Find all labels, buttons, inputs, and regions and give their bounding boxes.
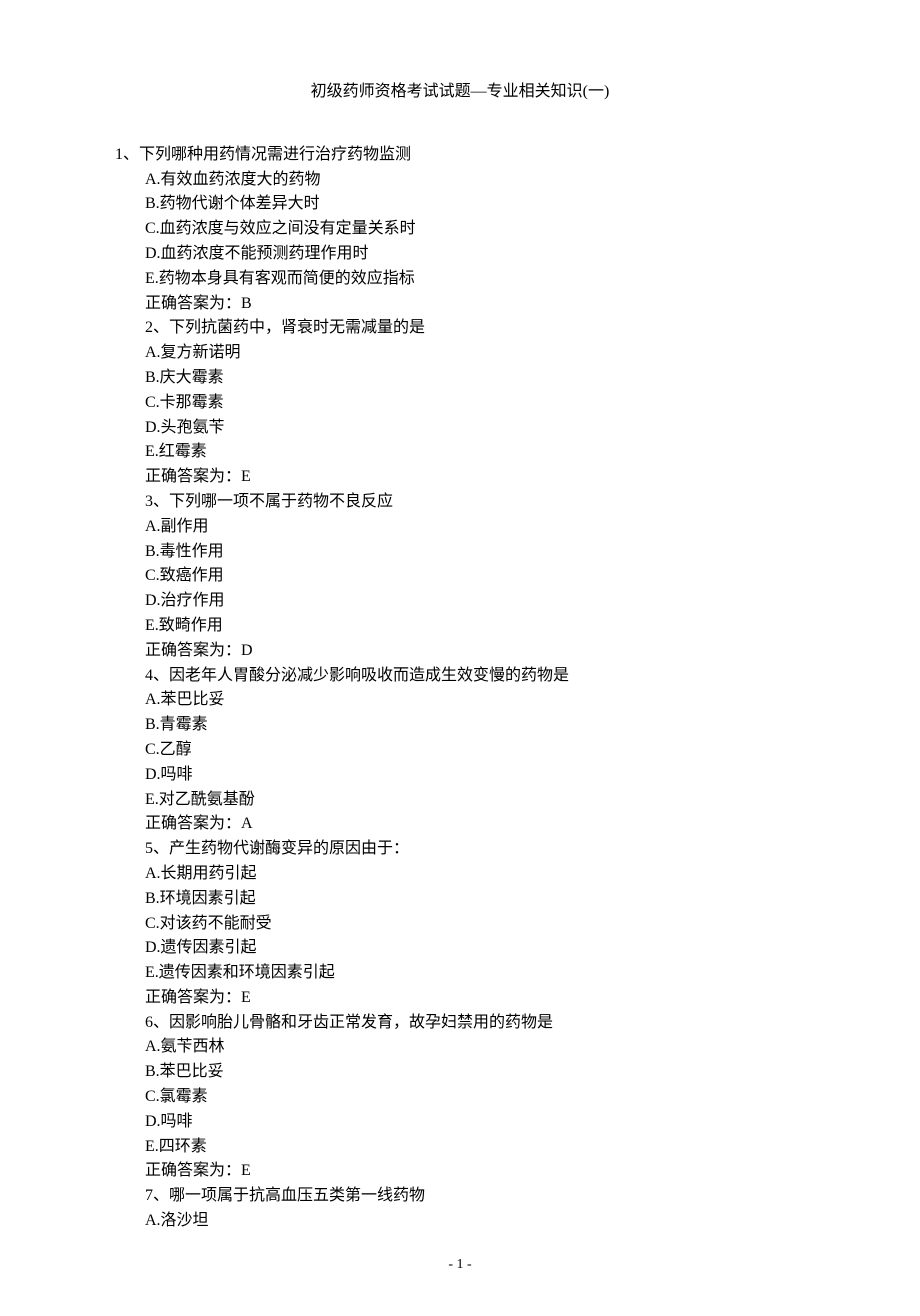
question-text: 5、产生药物代谢酶变异的原因由于： (145, 837, 805, 862)
answer-option: C.卡那霉素 (145, 391, 805, 416)
answer-option: E.对乙酰氨基酚 (145, 788, 805, 813)
correct-answer: 正确答案为：E (145, 1159, 805, 1184)
answer-option: C.对该药不能耐受 (145, 912, 805, 937)
answer-option: B.药物代谢个体差异大时 (145, 192, 805, 217)
question-text: 4、因老年人胃酸分泌减少影响吸收而造成生效变慢的药物是 (145, 664, 805, 689)
answer-option: D.血药浓度不能预测药理作用时 (145, 242, 805, 267)
answer-option: D.遗传因素引起 (145, 936, 805, 961)
answer-option: D.吗啡 (145, 1110, 805, 1135)
answer-option: D.治疗作用 (145, 589, 805, 614)
answer-option: A.有效血药浓度大的药物 (145, 168, 805, 193)
answer-option: A.副作用 (145, 515, 805, 540)
answer-option: B.庆大霉素 (145, 366, 805, 391)
question-text: 3、下列哪一项不属于药物不良反应 (145, 490, 805, 515)
question-text: 2、下列抗菌药中，肾衰时无需减量的是 (145, 316, 805, 341)
document-content: 1、下列哪种用药情况需进行治疗药物监测A.有效血药浓度大的药物B.药物代谢个体差… (115, 143, 805, 1234)
document-title: 初级药师资格考试试题—专业相关知识(一) (115, 80, 805, 105)
answer-option: B.青霉素 (145, 713, 805, 738)
answer-option: A.长期用药引起 (145, 862, 805, 887)
answer-option: E.致畸作用 (145, 614, 805, 639)
question-text: 1、下列哪种用药情况需进行治疗药物监测 (115, 143, 805, 168)
answer-option: E.遗传因素和环境因素引起 (145, 961, 805, 986)
answer-option: C.乙醇 (145, 738, 805, 763)
question-text: 7、哪一项属于抗高血压五类第一线药物 (145, 1184, 805, 1209)
correct-answer: 正确答案为：E (145, 465, 805, 490)
answer-option: D.头孢氨苄 (145, 416, 805, 441)
answer-option: B.苯巴比妥 (145, 1060, 805, 1085)
answer-option: A.氨苄西林 (145, 1035, 805, 1060)
answer-option: D.吗啡 (145, 763, 805, 788)
answer-option: A.复方新诺明 (145, 341, 805, 366)
page-number: - 1 - (115, 1254, 805, 1276)
correct-answer: 正确答案为：B (145, 292, 805, 317)
answer-option: E.四环素 (145, 1135, 805, 1160)
answer-option: A.苯巴比妥 (145, 688, 805, 713)
answer-option: B.环境因素引起 (145, 887, 805, 912)
question-text: 6、因影响胎儿骨骼和牙齿正常发育，故孕妇禁用的药物是 (145, 1011, 805, 1036)
correct-answer: 正确答案为：A (145, 812, 805, 837)
correct-answer: 正确答案为：E (145, 986, 805, 1011)
answer-option: C.血药浓度与效应之间没有定量关系时 (145, 217, 805, 242)
correct-answer: 正确答案为：D (145, 639, 805, 664)
answer-option: C.致癌作用 (145, 564, 805, 589)
answer-option: B.毒性作用 (145, 540, 805, 565)
answer-option: C.氯霉素 (145, 1085, 805, 1110)
answer-option: E.药物本身具有客观而简便的效应指标 (145, 267, 805, 292)
answer-option: E.红霉素 (145, 440, 805, 465)
answer-option: A.洛沙坦 (145, 1209, 805, 1234)
